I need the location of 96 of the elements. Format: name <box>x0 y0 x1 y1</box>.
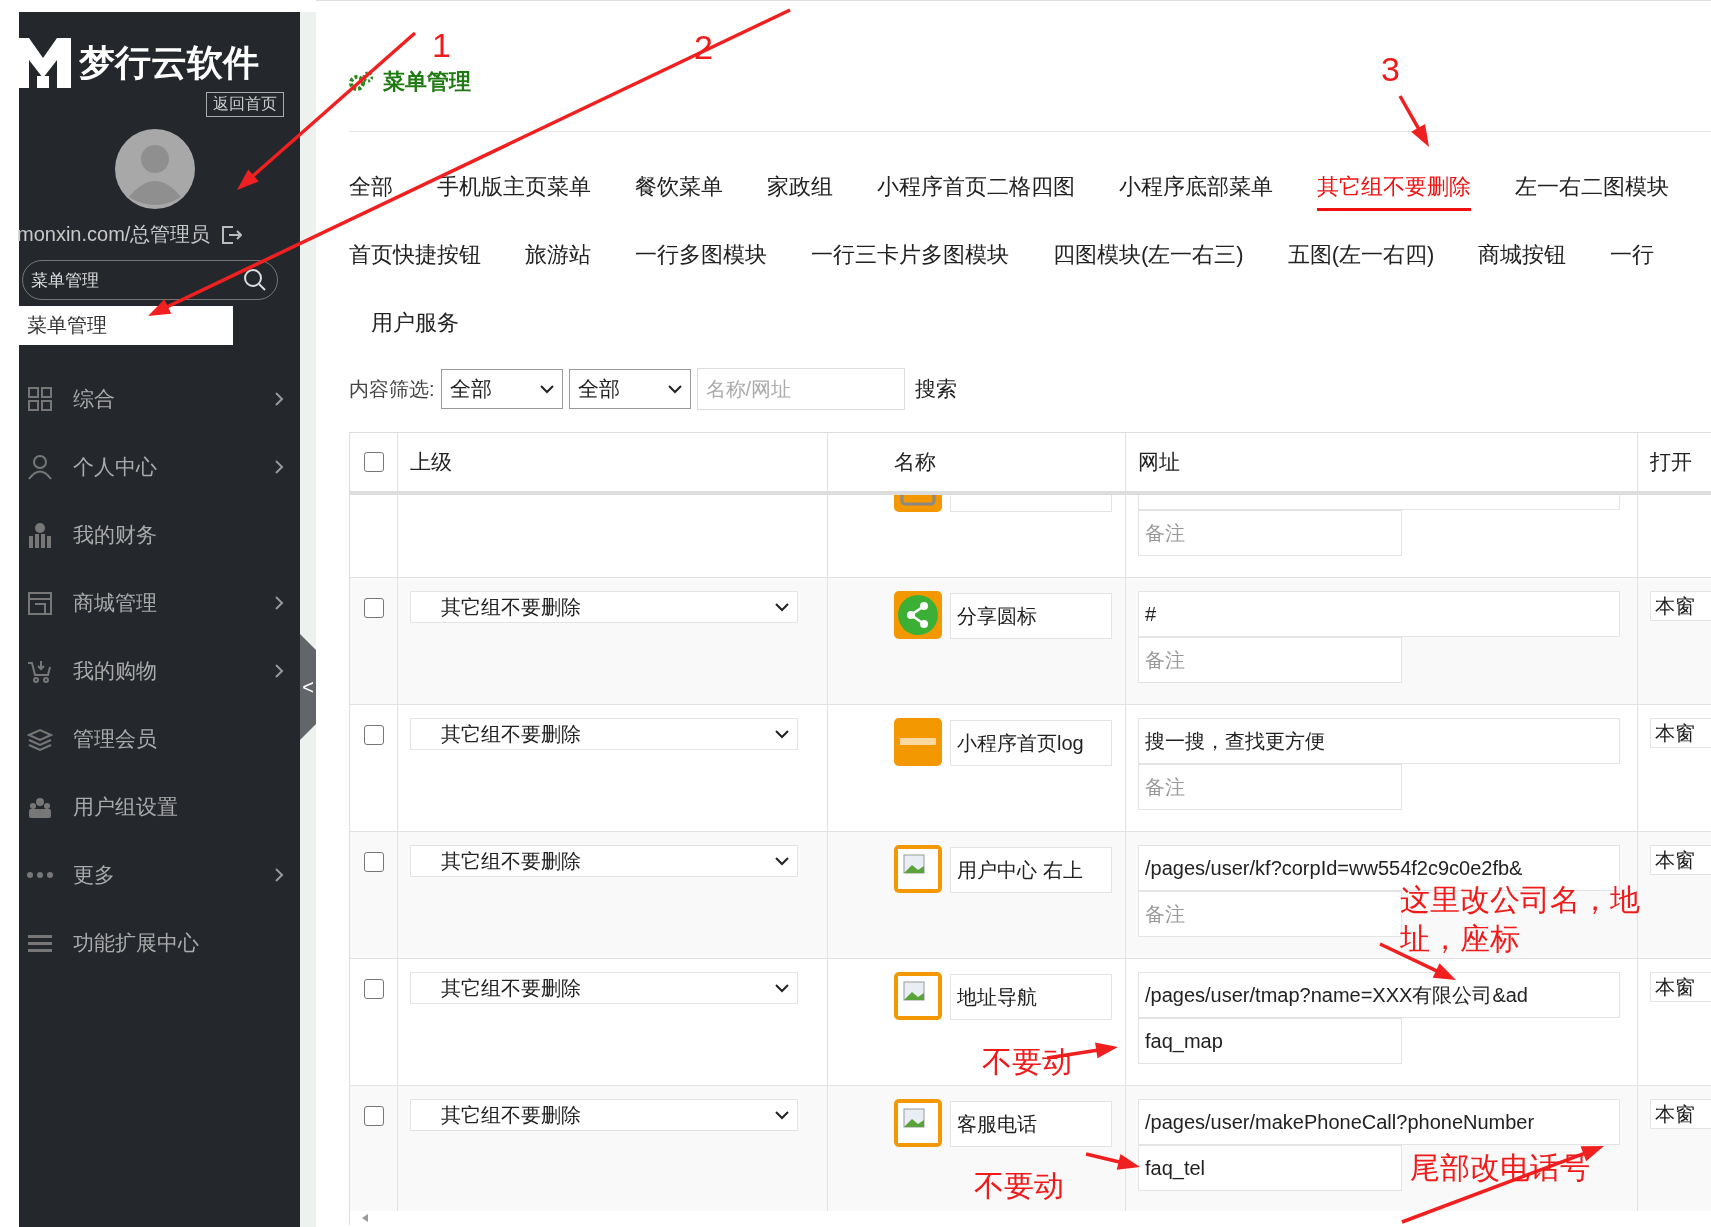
menu-item[interactable]: 商城管理 <box>73 589 274 617</box>
tab[interactable]: 一行多图模块 <box>635 233 767 279</box>
parent-select[interactable]: 其它组不要删除 <box>410 591 798 623</box>
image-placeholder-icon[interactable] <box>894 1099 942 1147</box>
menu-item[interactable]: 管理会员 <box>73 725 284 753</box>
select-all-checkbox[interactable] <box>363 452 384 472</box>
image-placeholder-icon[interactable] <box>894 845 942 893</box>
filter-select[interactable]: 全部 <box>440 369 563 409</box>
avatar-icon <box>114 129 195 209</box>
name-field[interactable]: 分享圆标 <box>950 593 1112 639</box>
parent-select[interactable]: 其它组不要删除 <box>410 845 798 877</box>
tab[interactable]: 用户服务 <box>371 301 459 347</box>
open-mode-select[interactable]: 本窗 <box>1650 1099 1711 1129</box>
open-mode-select[interactable]: 本窗 <box>1650 591 1711 621</box>
caret-icon <box>775 983 789 993</box>
share-icon[interactable] <box>894 591 942 639</box>
user-icon <box>27 454 53 480</box>
cart-icon <box>27 658 53 684</box>
column-header: 网址 <box>1138 449 1180 475</box>
caret-icon <box>775 856 789 866</box>
more-icon <box>27 871 53 879</box>
logo-icon[interactable] <box>894 718 942 766</box>
open-mode-select[interactable]: 本窗 <box>1650 845 1711 875</box>
tab[interactable]: 商城按钮 <box>1478 233 1567 279</box>
tab[interactable]: 餐饮菜单 <box>635 165 723 211</box>
column-header: 打开 <box>1650 449 1692 475</box>
menu-item[interactable]: 我的购物 <box>73 657 274 685</box>
image-placeholder-icon[interactable] <box>894 972 942 1020</box>
row-checkbox[interactable] <box>363 1106 384 1126</box>
tab[interactable]: 五图(左一右四) <box>1287 233 1435 279</box>
note-field[interactable]: faq_tel <box>1138 1145 1402 1191</box>
filter-select[interactable]: 全部 <box>568 369 691 409</box>
caret-icon <box>775 602 789 612</box>
tab[interactable]: 四图模块(左一右三) <box>1053 233 1244 279</box>
search-result[interactable]: 菜单管理 <box>19 306 233 345</box>
tab[interactable]: 小程序底部菜单 <box>1119 165 1273 211</box>
column-header: 名称 <box>894 449 936 475</box>
menu-item[interactable]: 我的财务 <box>73 521 284 549</box>
tab[interactable]: 小程序首页二格四图 <box>877 165 1075 211</box>
menu-item[interactable]: 用户组设置 <box>73 793 284 821</box>
search-button[interactable]: 搜索 <box>914 375 957 403</box>
row-checkbox[interactable] <box>363 979 384 999</box>
url-field[interactable]: /pages/user/tmap?name=XXX有限公司&ad <box>1138 972 1620 1018</box>
caret-icon <box>667 384 682 394</box>
tab[interactable]: 旅游站 <box>525 233 591 279</box>
tab[interactable]: 一行三卡片多图模块 <box>811 233 1009 279</box>
logo-text: 梦行云软件 <box>79 40 259 85</box>
page-title: 菜单管理 <box>383 68 471 96</box>
annotation-text: 1 <box>432 26 451 65</box>
layers-icon <box>27 726 53 752</box>
menu-item[interactable]: 综合 <box>73 385 274 413</box>
name-field[interactable]: 地址导航 <box>950 974 1112 1020</box>
annotation-arrow <box>1085 1152 1140 1170</box>
tab[interactable]: 一行 <box>1610 233 1655 279</box>
parent-select[interactable]: 其它组不要删除 <box>410 718 798 750</box>
row-checkbox[interactable] <box>363 598 384 618</box>
row-checkbox[interactable] <box>363 852 384 872</box>
caret-icon <box>775 729 789 739</box>
search-icon[interactable] <box>243 268 267 292</box>
menu-item[interactable]: 个人中心 <box>73 453 274 481</box>
open-mode-select[interactable]: 本窗 <box>1650 972 1711 1002</box>
caret-icon <box>539 384 554 394</box>
name-field[interactable]: 客服电话 <box>950 1101 1112 1147</box>
annotation-arrow <box>1398 95 1429 147</box>
parent-select[interactable]: 其它组不要删除 <box>410 972 798 1004</box>
url-field[interactable]: /pages/user/makePhoneCall?phoneNumber <box>1138 1099 1620 1145</box>
logout-icon[interactable] <box>220 223 243 246</box>
url-field[interactable]: 搜一搜，查找更方便 <box>1138 718 1620 764</box>
row-checkbox[interactable] <box>363 725 384 745</box>
tab[interactable]: 左一右二图模块 <box>1515 165 1669 211</box>
open-mode-select[interactable]: 本窗 <box>1650 718 1711 748</box>
name-field[interactable]: 小程序首页log <box>950 720 1112 766</box>
tab[interactable]: 全部 <box>349 165 393 211</box>
tab[interactable]: 首页快捷按钮 <box>349 233 481 279</box>
tab[interactable]: 手机版主页菜单 <box>437 165 591 211</box>
grid-icon <box>27 386 53 412</box>
home-link[interactable]: 返回首页 <box>206 92 284 117</box>
name-field[interactable]: 用户中心 右上 <box>950 847 1112 893</box>
store-icon <box>27 590 53 616</box>
scroll-left-icon[interactable] <box>360 1213 370 1223</box>
caret-icon <box>775 1110 789 1120</box>
column-header: 上级 <box>410 449 452 475</box>
menu-item[interactable]: 功能扩展中心 <box>73 929 284 957</box>
url-field[interactable]: # <box>1138 591 1620 637</box>
annotation-text: 不要动 <box>974 1168 1064 1204</box>
search-field[interactable]: 名称/网址 <box>696 368 905 410</box>
gears-icon <box>349 71 373 93</box>
annotation-text: 3 <box>1381 50 1400 89</box>
tab[interactable]: 其它组不要删除 <box>1317 165 1471 211</box>
collapse-handle[interactable]: < <box>300 634 316 740</box>
parent-select[interactable]: 其它组不要删除 <box>410 1099 798 1131</box>
filter-label: 内容筛选: <box>349 376 435 402</box>
note-field[interactable]: faq_map <box>1138 1018 1402 1064</box>
finance-icon <box>27 522 53 548</box>
menu-item[interactable]: 更多 <box>73 861 274 889</box>
tab[interactable]: 家政组 <box>767 165 833 211</box>
